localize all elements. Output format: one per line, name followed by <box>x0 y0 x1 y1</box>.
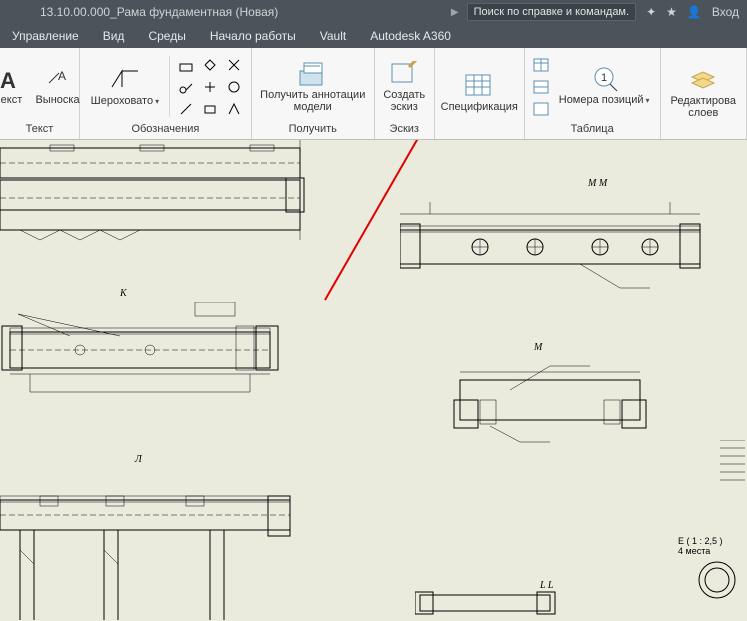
document-title: 13.10.00.000_Рама фундаментная (Новая) <box>40 5 278 19</box>
symbol-7-button[interactable] <box>224 55 244 75</box>
menu-env[interactable]: Среды <box>136 24 197 48</box>
ribbon: A екст A Выноска Текст Шероховато▾ <box>0 48 747 140</box>
retrieve-annotations-button[interactable]: Получить аннотации модели <box>256 59 369 115</box>
scale-note: Е ( 1 : 2,5 )4 места <box>678 536 723 556</box>
table-btn-1[interactable] <box>531 55 551 75</box>
panel-text: A екст A Выноска Текст <box>0 48 80 139</box>
title-bar: 13.10.00.000_Рама фундаментная (Новая) ▶… <box>0 0 747 24</box>
symbol-1-button[interactable] <box>176 55 196 75</box>
view-mid-left <box>0 302 290 412</box>
help-search[interactable]: Поиск по справке и командам. <box>467 3 636 21</box>
panel-label-empty1 <box>435 133 524 139</box>
pointer-icon: ✦ <box>646 5 656 19</box>
symbol-6-button[interactable] <box>200 99 220 119</box>
balloon-button[interactable]: 1 Номера позиций▾ <box>555 64 654 109</box>
sketch-icon <box>389 61 419 87</box>
text-button[interactable]: A екст <box>0 66 27 108</box>
svg-text:A: A <box>0 68 16 92</box>
label-l: Л <box>135 454 142 465</box>
balloon-icon: 1 <box>589 66 619 92</box>
retrieve-icon <box>298 61 328 87</box>
symbol-2-button[interactable] <box>176 77 196 97</box>
specification-button[interactable]: Спецификация <box>437 71 522 115</box>
menu-view[interactable]: Вид <box>91 24 137 48</box>
view-top-left <box>0 140 312 248</box>
view-bottom-left <box>0 490 300 621</box>
menu-start[interactable]: Начало работы <box>198 24 308 48</box>
label-m: М <box>534 342 542 353</box>
panel-layers: Редактирова слоев <box>661 48 747 139</box>
panel-label-table: Таблица <box>525 121 660 139</box>
menu-vault[interactable]: Vault <box>308 24 358 48</box>
symbol-8-button[interactable] <box>224 77 244 97</box>
panel-label-retrieve: Получить <box>252 121 374 139</box>
label-k: К <box>120 288 127 299</box>
symbol-9-button[interactable] <box>224 99 244 119</box>
edge-ticks <box>720 440 747 620</box>
menu-bar: Управление Вид Среды Начало работы Vault… <box>0 24 747 48</box>
menu-manage[interactable]: Управление <box>0 24 91 48</box>
panel-label-text: Текст <box>0 121 79 139</box>
roughness-icon <box>108 65 142 93</box>
callout-button[interactable]: A Выноска <box>31 66 83 108</box>
layers-icon <box>688 67 718 93</box>
view-m <box>450 360 660 450</box>
panel-label-sketch: Эскиз <box>375 121 434 139</box>
panel-spec: Спецификация <box>435 48 525 139</box>
panel-sketch: Создать эскиз Эскиз <box>375 48 435 139</box>
panel-label-symbols: Обозначения <box>80 121 251 139</box>
table-btn-3[interactable] <box>531 99 551 119</box>
menu-a360[interactable]: Autodesk A360 <box>358 24 463 48</box>
view-ll <box>415 590 565 620</box>
login-link[interactable]: Вход <box>712 5 739 19</box>
table-btn-2[interactable] <box>531 77 551 97</box>
create-sketch-button[interactable]: Создать эскиз <box>379 59 429 115</box>
star-icon: ★ <box>666 5 677 19</box>
drawing-canvas[interactable]: М М М К Л L L Е ( 1 : 2,5 )4 места <box>0 140 747 621</box>
table-icon <box>464 73 494 99</box>
svg-text:1: 1 <box>601 72 607 84</box>
roughness-button[interactable]: Шероховато▾ <box>87 63 163 110</box>
user-icon: 👤 <box>687 5 702 19</box>
symbol-5-button[interactable] <box>200 77 220 97</box>
view-mm <box>400 200 720 300</box>
symbol-4-button[interactable] <box>200 55 220 75</box>
play-icon: ▶ <box>451 7 459 18</box>
symbol-3-button[interactable] <box>176 99 196 119</box>
panel-symbols: Шероховато▾ Обозначения <box>80 48 252 139</box>
edit-layers-button[interactable]: Редактирова слоев <box>667 65 740 121</box>
label-mm: М М <box>588 178 607 189</box>
panel-retrieve: Получить аннотации модели Получить <box>252 48 375 139</box>
panel-table: 1 Номера позиций▾ Таблица <box>525 48 661 139</box>
svg-text:A: A <box>58 69 66 83</box>
